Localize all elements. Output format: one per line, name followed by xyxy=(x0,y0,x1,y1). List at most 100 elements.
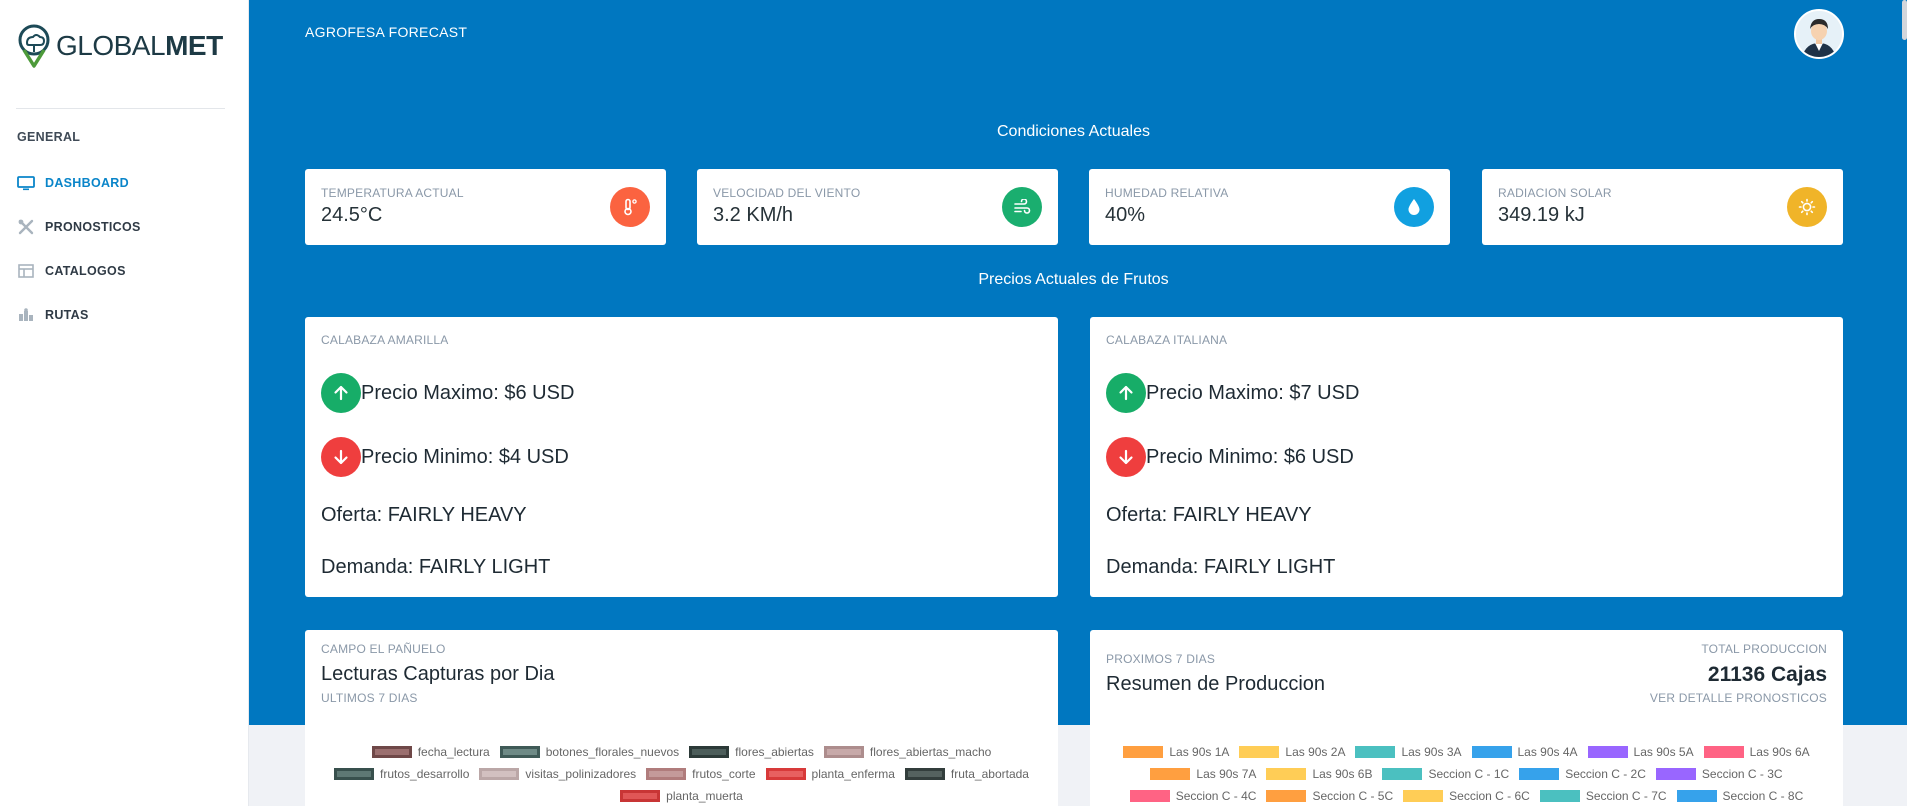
legend-item[interactable]: Seccion C - 1C xyxy=(1382,765,1509,783)
stat-card-wind: VELOCIDAD DEL VIENTO 3.2 KM/h xyxy=(697,169,1058,245)
legend-label: fruta_abortada xyxy=(950,767,1029,781)
sidebar-item-dashboard[interactable]: DASHBOARD xyxy=(17,172,129,194)
legend-item[interactable]: Las 90s 6B xyxy=(1266,765,1372,783)
sidebar-item-catalogos[interactable]: CATALOGOS xyxy=(17,260,126,282)
legend-item[interactable]: Las 90s 4A xyxy=(1471,743,1578,761)
legend-swatch xyxy=(689,746,730,758)
price-card-calabaza-italiana: CALABAZA ITALIANA Precio Maximo: $7 USD … xyxy=(1090,317,1843,597)
sidebar-item-label: RUTAS xyxy=(45,308,89,322)
legend-item[interactable]: fecha_lectura xyxy=(371,743,490,761)
stat-label: VELOCIDAD DEL VIENTO xyxy=(713,186,861,200)
price-max-row: Precio Maximo: $7 USD xyxy=(1106,373,1359,413)
legend-label: botones_florales_nuevos xyxy=(545,745,680,759)
legend-item[interactable]: Las 90s 6A xyxy=(1703,743,1810,761)
legend-label: frutos_desarrollo xyxy=(380,767,470,781)
legend-label: Las 90s 7A xyxy=(1196,767,1257,781)
page-title: AGROFESA FORECAST xyxy=(305,24,468,40)
legend-swatch xyxy=(646,768,687,780)
legend-label: Seccion C - 8C xyxy=(1722,789,1804,803)
price-min-row: Precio Minimo: $4 USD xyxy=(321,437,569,477)
legend-label: fecha_lectura xyxy=(417,745,490,759)
brand-name: GLOBALMET xyxy=(56,30,223,62)
stat-card-humidity: HUMEDAD RELATIVA 40% xyxy=(1089,169,1450,245)
production-card: PROXIMOS 7 DIAS Resumen de Produccion TO… xyxy=(1090,630,1843,806)
legend-swatch xyxy=(823,746,864,758)
legend-item[interactable]: flores_abiertas_macho xyxy=(823,743,991,761)
stat-value: 349.19 kJ xyxy=(1498,204,1585,226)
legend-item[interactable]: Seccion C - 2C xyxy=(1519,765,1646,783)
legend-label: visitas_polinizadores xyxy=(525,767,637,781)
globalmet-logo-icon xyxy=(16,24,52,68)
prices-title: Precios Actuales de Frutos xyxy=(978,271,1169,288)
legend-label: Seccion C - 5C xyxy=(1312,789,1394,803)
legend-item[interactable]: botones_florales_nuevos xyxy=(499,743,680,761)
legend-item[interactable]: frutos_corte xyxy=(646,765,756,783)
card-kicker: CAMPO EL PAÑUELO xyxy=(321,642,446,656)
sidebar-item-label: DASHBOARD xyxy=(45,176,129,190)
droplet-icon xyxy=(1394,187,1434,227)
legend-item[interactable]: Las 90s 1A xyxy=(1123,743,1229,761)
sidebar-item-rutas[interactable]: RUTAS xyxy=(17,304,89,326)
card-title: Resumen de Produccion xyxy=(1106,673,1326,695)
legend-label: Las 90s 6A xyxy=(1749,745,1810,759)
legend-item[interactable]: Seccion C - 4C xyxy=(1129,787,1256,805)
legend-swatch xyxy=(1123,746,1164,758)
legend-label: Las 90s 3A xyxy=(1401,745,1462,759)
card-kicker: PROXIMOS 7 DIAS xyxy=(1106,652,1216,666)
ver-detalle-link[interactable]: VER DETALLE PRONOSTICOS xyxy=(1650,691,1827,705)
legend-item[interactable]: Las 90s 3A xyxy=(1355,743,1462,761)
legend-label: Seccion C - 3C xyxy=(1701,767,1783,781)
oferta: Oferta: FAIRLY HEAVY xyxy=(321,504,527,526)
legend-label: Seccion C - 7C xyxy=(1585,789,1667,803)
legend-item[interactable]: Seccion C - 3C xyxy=(1655,765,1783,783)
page-scrollbar[interactable] xyxy=(1902,0,1907,40)
stat-card-temperature: TEMPERATURA ACTUAL 24.5°C xyxy=(305,169,666,245)
legend-swatch xyxy=(1403,790,1444,802)
legend-item[interactable]: Seccion C - 6C xyxy=(1403,787,1530,805)
stat-value: 24.5°C xyxy=(321,204,383,226)
legend-item[interactable]: planta_muerta xyxy=(620,787,743,805)
price-min: Precio Minimo: $4 USD xyxy=(361,445,569,468)
sidebar: GLOBALMET GENERAL DASHBOARD PRONOSTICOS … xyxy=(0,0,249,806)
legend-swatch xyxy=(620,790,661,802)
legend-item[interactable]: Seccion C - 7C xyxy=(1539,787,1667,805)
price-min-row: Precio Minimo: $6 USD xyxy=(1106,437,1354,477)
price-max: Precio Maximo: $7 USD xyxy=(1146,381,1360,404)
legend-label: Las 90s 1A xyxy=(1169,745,1230,759)
user-avatar[interactable] xyxy=(1794,9,1844,59)
legend-swatch xyxy=(1382,768,1423,780)
legend-item[interactable]: frutos_desarrollo xyxy=(334,765,469,783)
legend-label: Las 90s 2A xyxy=(1285,745,1346,759)
legend-item[interactable]: planta_enferma xyxy=(765,765,895,783)
stat-value: 3.2 KM/h xyxy=(713,204,794,226)
legend-item[interactable]: fruta_abortada xyxy=(904,765,1029,783)
legend-swatch xyxy=(1587,746,1628,758)
brand-logo[interactable]: GLOBALMET xyxy=(16,24,223,68)
legend-label: Seccion C - 1C xyxy=(1428,767,1510,781)
legend-label: planta_muerta xyxy=(666,789,743,803)
thermometer-icon xyxy=(610,187,650,227)
sidebar-item-label: PRONOSTICOS xyxy=(45,220,141,234)
map-icon xyxy=(17,307,35,323)
legend-item[interactable]: visitas_polinizadores xyxy=(479,765,636,783)
legend-item[interactable]: Las 90s 5A xyxy=(1587,743,1694,761)
production-legend: Las 90s 1A Las 90s 2A Las 90s 3A Las 90s 4A… xyxy=(1106,743,1827,805)
legend-swatch xyxy=(499,746,540,758)
legend-swatch xyxy=(1655,768,1696,780)
table-icon xyxy=(17,263,35,279)
legend-item[interactable]: Seccion C - 8C xyxy=(1676,787,1804,805)
stat-value: 40% xyxy=(1105,204,1146,226)
fruit-name: CALABAZA ITALIANA xyxy=(1106,333,1228,347)
legend-item[interactable]: Las 90s 7A xyxy=(1150,765,1256,783)
legend-swatch xyxy=(479,768,520,780)
arrow-down-icon xyxy=(321,437,361,477)
legend-label: frutos_corte xyxy=(692,767,756,781)
card-subtitle: ULTIMOS 7 DIAS xyxy=(321,691,418,705)
legend-item[interactable]: Las 90s 2A xyxy=(1239,743,1345,761)
legend-item[interactable]: flores_abiertas xyxy=(689,743,814,761)
sidebar-item-pronosticos[interactable]: PRONOSTICOS xyxy=(17,216,141,238)
conditions-title: Condiciones Actuales xyxy=(997,123,1150,140)
monitor-icon xyxy=(17,175,35,191)
legend-item[interactable]: Seccion C - 5C xyxy=(1266,787,1393,805)
stat-label: HUMEDAD RELATIVA xyxy=(1105,186,1229,200)
